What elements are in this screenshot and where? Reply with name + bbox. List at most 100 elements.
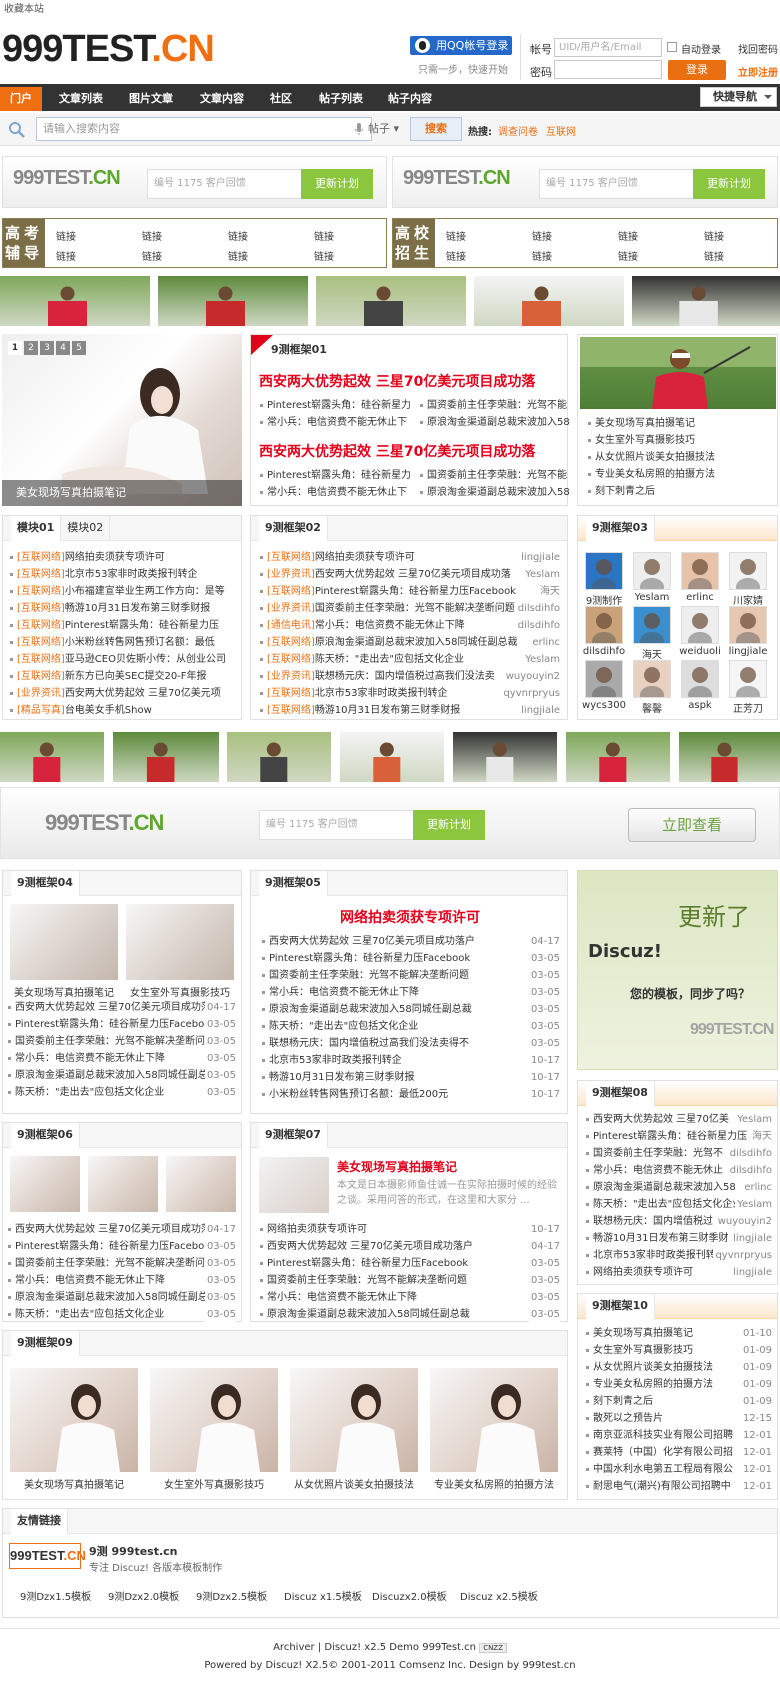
link-item[interactable]: 链接 xyxy=(618,248,638,263)
avatar[interactable] xyxy=(585,552,623,596)
item-author[interactable]: Yeslam xyxy=(735,1197,772,1212)
microphone-icon[interactable] xyxy=(354,122,364,136)
list-item[interactable]: 西安两大优势起效 三星70亿美元项目成功落 04-17 xyxy=(8,1222,236,1237)
list-item[interactable]: 刻下刺青之后 xyxy=(588,484,768,499)
item-title[interactable]: 国资委前主任李荣融：光驾不 xyxy=(593,1148,723,1159)
item-author[interactable]: lingjiale xyxy=(519,703,560,718)
list-item[interactable]: 国资委前主任李荣融：光驾不能解决垄断问题 03-05 xyxy=(260,1273,560,1288)
ad-update-button[interactable]: 更新计划 xyxy=(413,810,485,840)
password-input[interactable] xyxy=(554,60,662,79)
list-item[interactable]: 西安两大优势起效 三星70亿美元项目成功落户 04-17 xyxy=(262,934,560,949)
photo-thumb[interactable] xyxy=(158,276,308,326)
login-button[interactable]: 登录 xyxy=(668,60,726,80)
avatar[interactable] xyxy=(681,606,719,650)
frame-headline[interactable]: 西安两大优势起效 三星70亿美元项目成功落 xyxy=(259,441,535,461)
category-tag[interactable]: [互联网络] xyxy=(267,586,315,597)
photo-thumb[interactable] xyxy=(316,276,466,326)
ad-update-button[interactable]: 更新计划 xyxy=(301,169,373,199)
list-item[interactable]: [互联网络]新东方已向美SEC提交20-F年报 xyxy=(10,669,238,684)
list-item[interactable]: [互联网络]网络拍卖须获专项许可 lingjiale xyxy=(260,550,560,565)
category-tag[interactable]: [业界资讯] xyxy=(267,603,315,614)
list-item[interactable]: [互联网络]陈天桥："走出去"应包括文化企业 Yeslam xyxy=(260,652,560,667)
item-title[interactable]: 常小兵：电信资费不能无休止下降 xyxy=(269,987,419,998)
friend-link[interactable]: 9测Dzx2.5模板 xyxy=(196,1588,267,1603)
list-item[interactable]: [互联网络]小布福建宣举业生两工作方向：是等 xyxy=(10,584,238,599)
tab-module-01[interactable]: 模块01 xyxy=(11,516,62,541)
photo-caption[interactable]: 美女现场写真拍摄笔记 xyxy=(10,984,118,999)
avatar-name[interactable]: 川家婧 xyxy=(723,592,773,607)
list-item[interactable]: [业界资讯]西安两大优势起效 三星70亿美元项 xyxy=(10,686,238,701)
list-item[interactable]: 国资委前主任李荣融：光驾不能解决垄断问题 03-05 xyxy=(8,1034,236,1049)
list-item[interactable]: [精品写真]台电美女手机Show xyxy=(10,703,238,718)
item-title[interactable]: 畅游10月31日发布第三财季财报 xyxy=(269,1072,414,1083)
item-title[interactable]: 北京市53家非时政类报刊转企 xyxy=(269,1055,402,1066)
photo-thumb[interactable] xyxy=(632,276,780,326)
frame-headline[interactable]: 美女现场写真拍摄笔记 xyxy=(337,1158,457,1175)
list-item[interactable]: 网络拍卖须获专项许可 10-17 xyxy=(260,1222,560,1237)
list-item[interactable]: 专业美女私房照的拍摄方法 xyxy=(588,467,768,482)
item-title[interactable]: 原浪淘金渠道副总裁宋波加入58同城任副总裁 xyxy=(269,1004,472,1015)
link-item[interactable]: 链接 xyxy=(228,248,248,263)
list-item[interactable]: 小米粉丝转售网售预订名额：最低200元 10-17 xyxy=(262,1087,560,1102)
list-item[interactable]: [业界资讯]联想杨元庆：国内增值税过高我们没法卖 wuyouyin2 xyxy=(260,669,560,684)
auto-login-checkbox[interactable] xyxy=(667,42,677,52)
avatar[interactable] xyxy=(729,606,767,650)
avatar-name[interactable]: wycs300 xyxy=(579,700,629,711)
list-item[interactable]: 畅游10月31日发布第三财季财报 10-17 xyxy=(262,1070,560,1085)
list-item[interactable]: 陈天桥："走出去"应包括文化企业 03-05 xyxy=(8,1307,236,1322)
list-item[interactable]: [通信电讯]常小兵：电信资费不能无休止下降 dilsdihfo xyxy=(260,618,560,633)
list-item[interactable]: 国资委前主任李荣融：光驾不能解决垄断问题 03-05 xyxy=(262,968,560,983)
category-tag[interactable]: [业界资讯] xyxy=(267,671,315,682)
list-item[interactable]: 联想杨元庆：国内增值税过高我们没法卖得不 03-05 xyxy=(262,1036,560,1051)
item-title[interactable]: Pinterest崭露头角：硅谷新星力压 xyxy=(65,620,219,631)
item-title[interactable]: 亚马逊CEO贝佐斯小传：从创业公司 xyxy=(65,654,226,665)
category-tag[interactable]: [通信电讯] xyxy=(267,620,315,631)
photo-thumb[interactable] xyxy=(0,276,150,326)
list-item[interactable]: 原浪淘金渠道副总裁宋波加入58 xyxy=(420,415,570,430)
list-item[interactable]: 北京市53家非时政类报刊转企 10-17 xyxy=(262,1053,560,1068)
list-item[interactable]: 美女现场写真拍摄笔记 xyxy=(588,416,768,431)
link-item[interactable]: 链接 xyxy=(618,228,638,243)
category-tag[interactable]: [互联网络] xyxy=(17,654,65,665)
list-item[interactable]: [业界资讯]国资委前主任李荣融：光驾不能解决垄断问题 dilsdihfo xyxy=(260,601,560,616)
link-item[interactable]: 链接 xyxy=(446,228,466,243)
item-author[interactable]: Yeslam xyxy=(735,1112,772,1127)
slider-page-button[interactable]: 5 xyxy=(72,341,86,355)
slider-page-button[interactable]: 4 xyxy=(56,341,70,355)
avatar[interactable] xyxy=(729,552,767,596)
item-title[interactable]: 畅游10月31日发布第三财季财报 xyxy=(315,705,460,716)
nav-item-thread-content[interactable]: 帖子内容 xyxy=(388,87,432,111)
category-tag[interactable]: [互联网络] xyxy=(267,552,315,563)
item-title[interactable]: 常小兵：电信资费不能无休止 xyxy=(593,1165,723,1176)
item-author[interactable]: erlinc xyxy=(742,1180,772,1195)
item-title[interactable]: 国资委前主任李荣融：光驾不能解决垄断问题 xyxy=(267,1275,467,1286)
search-button[interactable]: 搜索 xyxy=(410,117,462,141)
item-title[interactable]: 刻下刺青之后 xyxy=(593,1396,653,1407)
item-author[interactable]: wuyouyin2 xyxy=(715,1214,772,1229)
item-author[interactable]: lingjiale xyxy=(731,1231,772,1246)
item-title[interactable]: 西安两大优势起效 三星70亿美元项目成功落 xyxy=(15,1224,211,1235)
list-item[interactable]: [业界资讯]西安两大优势起效 三星70亿美元项目成功落 Yeslam xyxy=(260,567,560,582)
nav-item-community[interactable]: 社区 xyxy=(270,87,292,111)
list-item[interactable]: 国资委前主任李荣融：光驾不 dilsdihfo xyxy=(586,1146,772,1161)
link-item[interactable]: 链接 xyxy=(142,248,162,263)
list-item[interactable]: 常小兵：电信资费不能无休止下降 03-05 xyxy=(8,1051,236,1066)
list-item[interactable]: Pinterest崭露头角：硅谷新星力压Facebook 03-05 xyxy=(262,951,560,966)
search-type-select[interactable]: 帖子 ▾ xyxy=(368,118,408,140)
link-item[interactable]: 链接 xyxy=(228,228,248,243)
link-item[interactable]: 链接 xyxy=(704,248,724,263)
photo-thumb[interactable] xyxy=(0,732,104,782)
nav-item-portal[interactable]: 门户 xyxy=(0,87,42,111)
avatar-name[interactable]: 9测制作 xyxy=(579,592,629,607)
category-tag[interactable]: [互联网络] xyxy=(267,654,315,665)
slider-page-button[interactable]: 1 xyxy=(8,341,22,355)
category-tag[interactable]: [精品写真] xyxy=(17,705,65,716)
link-item[interactable]: 链接 xyxy=(532,228,552,243)
item-title[interactable]: 专业美女私房照的拍摄方法 xyxy=(593,1379,713,1390)
category-tag[interactable]: [互联网络] xyxy=(267,637,315,648)
list-item[interactable]: 国资委前主任李荣融：光驾不能 xyxy=(420,468,570,483)
link-item[interactable]: 链接 xyxy=(56,228,76,243)
list-item[interactable]: [互联网络]北京市53家非时政类报刊转企 xyxy=(10,567,238,582)
list-item[interactable]: 常小兵：电信资费不能无休止下 xyxy=(260,415,410,430)
item-title[interactable]: 台电美女手机Show xyxy=(65,705,152,716)
